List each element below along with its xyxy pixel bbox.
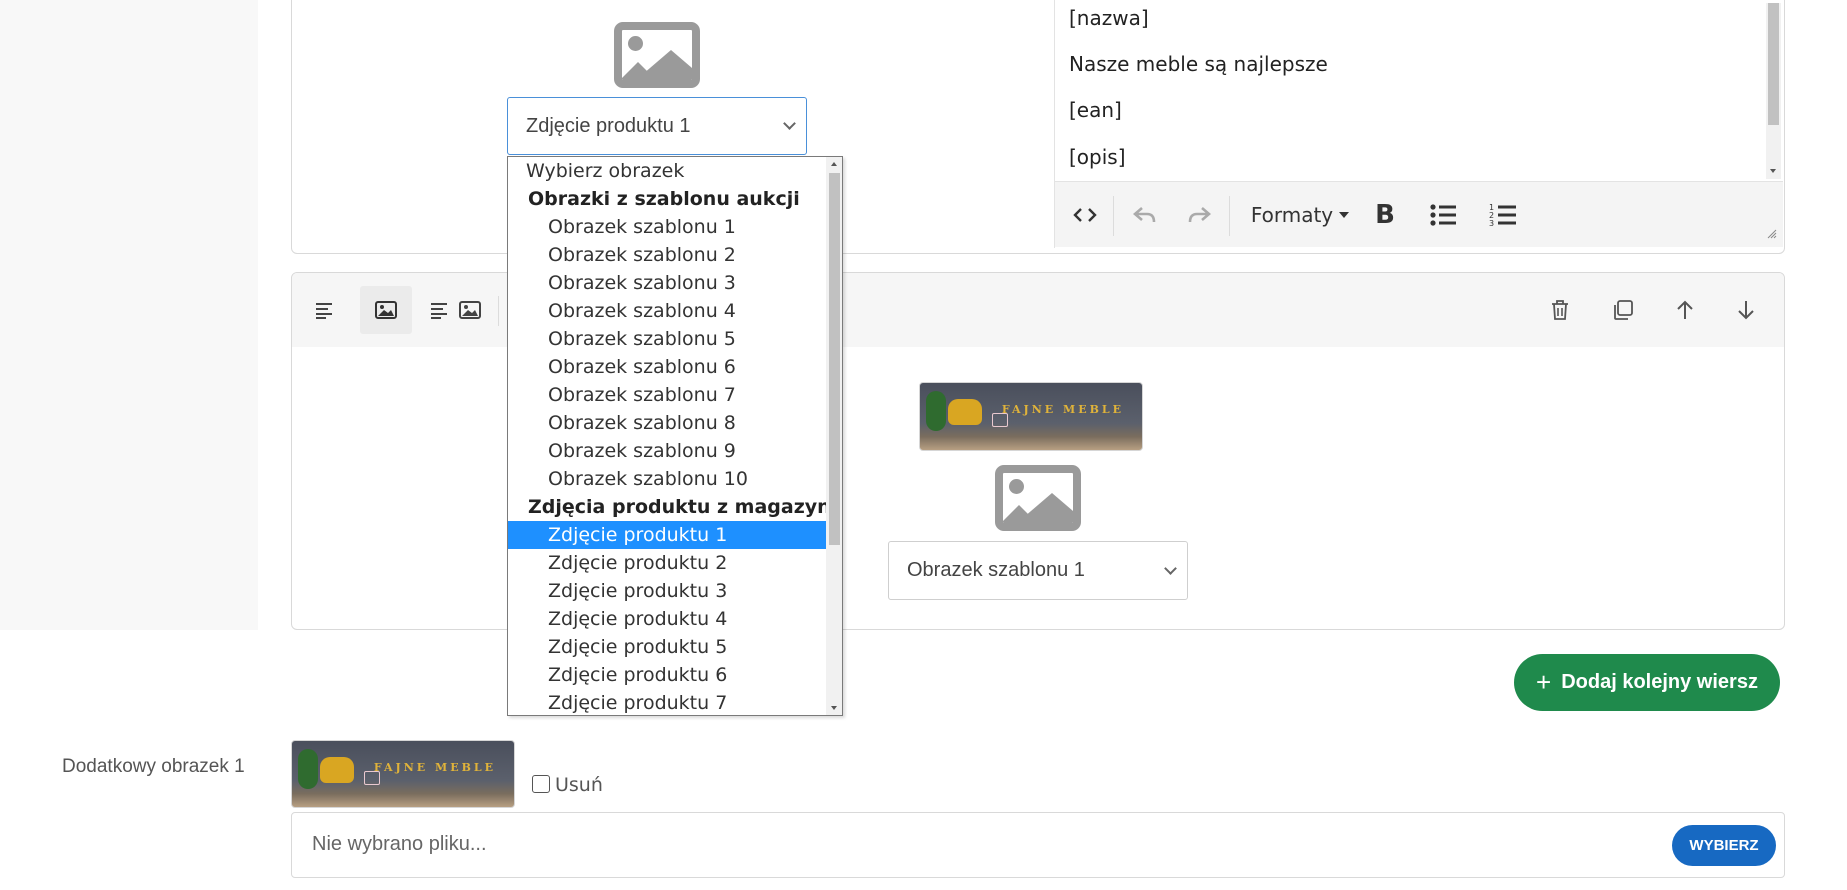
resize-handle-icon[interactable] [1767, 224, 1777, 243]
text-image-icon [431, 301, 481, 319]
redo-button[interactable] [1179, 182, 1219, 248]
editor-line: [ean] [1069, 98, 1122, 122]
dropdown-placeholder-option[interactable]: Wybierz obrazek [508, 157, 826, 185]
scroll-up-arrow-icon[interactable] [831, 162, 837, 166]
undo-icon [1133, 207, 1156, 223]
dropdown-option[interactable]: Obrazek szablonu 7 [508, 381, 826, 409]
layout-text-image-button[interactable] [428, 294, 484, 326]
dropdown-scrollbar[interactable] [826, 157, 842, 715]
image-select-dropdown[interactable]: Wybierz obrazek Obrazki z szablonu aukcj… [507, 156, 843, 716]
dropdown-option[interactable]: Obrazek szablonu 10 [508, 465, 826, 493]
dropdown-option[interactable]: Zdjęcie produktu 7 [508, 689, 826, 715]
banner-text: FAJNE MEBLE [1001, 403, 1124, 416]
bold-icon: B [1375, 200, 1395, 230]
editor-line: Nasze meble są najlepsze [1069, 52, 1328, 76]
dropdown-option[interactable]: Obrazek szablonu 2 [508, 241, 826, 269]
code-view-button[interactable] [1065, 182, 1105, 248]
extra-image-label: Dodatkowy obrazek 1 [62, 756, 245, 777]
dropdown-scrollbar-thumb[interactable] [829, 173, 840, 545]
image-placeholder-icon [614, 22, 700, 88]
move-row-up-button[interactable] [1670, 294, 1700, 326]
editor-scrollbar[interactable] [1766, 3, 1781, 179]
delete-row-button[interactable] [1545, 294, 1575, 326]
plus-icon: + [1536, 667, 1552, 697]
dropdown-option[interactable]: Obrazek szablonu 9 [508, 437, 826, 465]
dropdown-option[interactable]: Obrazek szablonu 3 [508, 269, 826, 297]
toolbar-divider [498, 296, 499, 326]
image-source-select[interactable]: Obrazek szablonu 1 [888, 541, 1188, 600]
caret-down-icon [1339, 212, 1350, 218]
left-sidebar-panel [0, 0, 258, 630]
dropdown-option[interactable]: Zdjęcie produktu 6 [508, 661, 826, 689]
scroll-down-arrow-icon[interactable] [831, 706, 837, 710]
align-left-icon [316, 303, 332, 319]
dropdown-option[interactable]: Obrazek szablonu 8 [508, 409, 826, 437]
file-input-placeholder: Nie wybrano pliku... [312, 833, 487, 855]
chevron-down-icon [783, 117, 796, 130]
dropdown-option[interactable]: Zdjęcie produktu 3 [508, 577, 826, 605]
code-icon [1073, 208, 1097, 222]
image-source-select-value: Obrazek szablonu 1 [907, 559, 1085, 581]
extra-image-thumbnail: FAJNE MEBLE [291, 740, 515, 808]
undo-button[interactable] [1125, 182, 1165, 248]
image-source-select[interactable]: Zdjęcie produktu 1 [507, 97, 807, 155]
duplicate-row-button[interactable] [1608, 294, 1638, 326]
layout-text-button[interactable] [310, 294, 340, 326]
banner-text: FAJNE MEBLE [373, 761, 496, 774]
choose-file-button[interactable]: WYBIERZ [1672, 825, 1776, 866]
dropdown-option[interactable]: Zdjęcie produktu 2 [508, 549, 826, 577]
dropdown-option[interactable]: Obrazek szablonu 6 [508, 353, 826, 381]
copy-icon [1614, 300, 1633, 320]
bold-button[interactable]: B [1365, 182, 1405, 248]
numbered-list-button[interactable]: 1 2 3 [1481, 182, 1525, 248]
add-row-button[interactable]: + Dodaj kolejny wiersz [1514, 654, 1780, 711]
image-placeholder-icon [995, 465, 1081, 531]
editor-line: [opis] [1069, 145, 1126, 169]
file-input[interactable]: Nie wybrano pliku... [291, 812, 1785, 878]
numbered-list-icon: 1 2 3 [1489, 203, 1516, 228]
remove-checkbox[interactable] [532, 775, 550, 793]
formats-dropdown[interactable]: Formaty [1245, 182, 1355, 248]
banner-image: FAJNE MEBLE [919, 382, 1143, 451]
dropdown-option[interactable]: Obrazek szablonu 4 [508, 297, 826, 325]
dropdown-option-selected[interactable]: Zdjęcie produktu 1 [508, 521, 826, 549]
bullet-list-button[interactable] [1421, 182, 1465, 248]
formats-label: Formaty [1250, 203, 1334, 227]
trash-icon [1552, 300, 1568, 320]
dropdown-group-label: Obrazki z szablonu aukcji [528, 188, 800, 210]
redo-icon [1188, 207, 1211, 223]
dropdown-option[interactable]: Obrazek szablonu 5 [508, 325, 826, 353]
image-icon [375, 301, 397, 319]
editor-line: [nazwa] [1069, 6, 1149, 30]
svg-text:3: 3 [1489, 219, 1494, 228]
remove-label[interactable]: Usuń [555, 774, 603, 796]
dropdown-group-label: Zdjęcia produktu z magazynu [528, 496, 843, 518]
chevron-down-icon [1164, 561, 1177, 575]
add-row-label: Dodaj kolejny wiersz [1561, 671, 1758, 693]
editor-scrollbar-thumb[interactable] [1768, 3, 1779, 125]
bullet-list-icon [1430, 204, 1456, 226]
dropdown-option[interactable]: Zdjęcie produktu 4 [508, 605, 826, 633]
dropdown-option[interactable]: Zdjęcie produktu 5 [508, 633, 826, 661]
image-source-select-value: Zdjęcie produktu 1 [526, 114, 691, 137]
editor-toolbar: Formaty B 1 2 3 [1055, 181, 1783, 247]
move-row-down-button[interactable] [1731, 294, 1761, 326]
arrow-down-icon [1738, 301, 1754, 320]
dropdown-option[interactable]: Obrazek szablonu 1 [508, 213, 826, 241]
arrow-up-icon [1677, 300, 1693, 319]
layout-image-button[interactable] [360, 286, 412, 334]
